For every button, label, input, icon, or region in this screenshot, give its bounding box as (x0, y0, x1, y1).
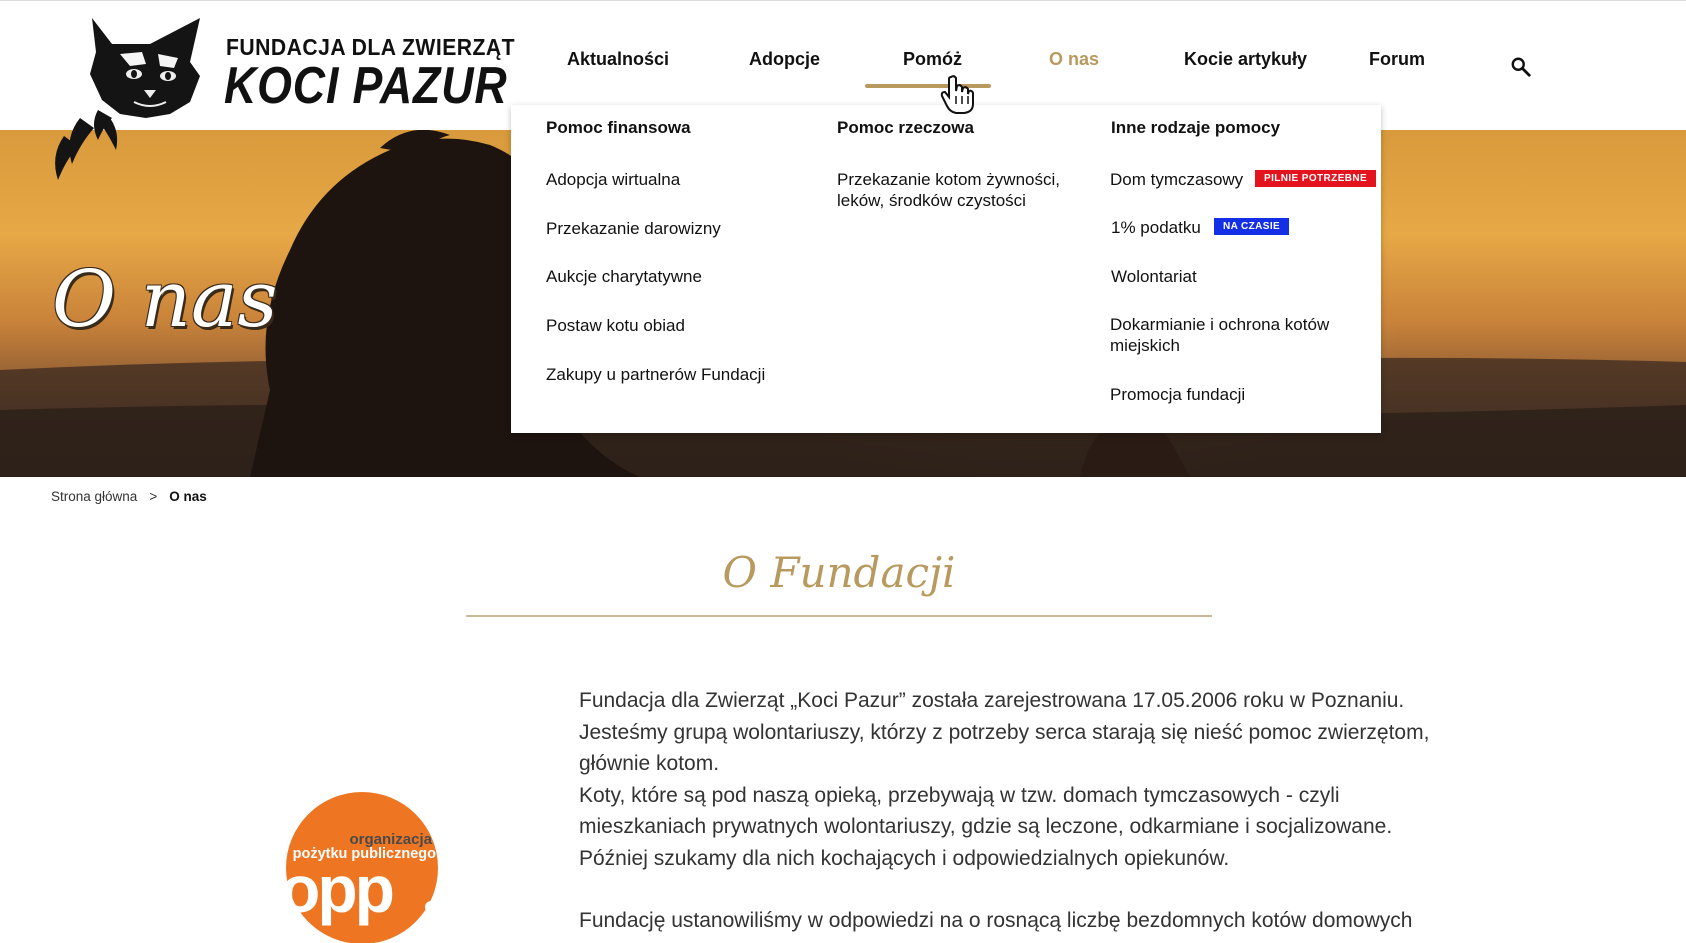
body-line: Fundacja dla Zwierząt „Koci Pazur” zosta… (579, 689, 1405, 712)
body-line: Koty, które są pod naszą opieką, przebyw… (579, 783, 1340, 807)
body-line: głównie kotom. (579, 752, 720, 775)
dropdown-heading-finansowa: Pomoc finansowa (546, 118, 691, 137)
body-line: Później szukamy dla nich kochających i o… (579, 846, 1230, 870)
dropdown-link-wolontariat[interactable]: Wolontariat (1111, 266, 1197, 287)
body-line: Jesteśmy grupą wolontariuszy, którzy z p… (579, 720, 1430, 744)
dropdown-link-obiad[interactable]: Postaw kotu obiad (546, 315, 685, 336)
opp-logo: organizacja pożytku publicznego opp (286, 792, 438, 943)
dropdown-link-adopcja-wirtualna[interactable]: Adopcja wirtualna (546, 169, 680, 190)
badge-na-czasie: NA CZASIE (1214, 218, 1290, 235)
cat-logo-icon (55, 18, 200, 180)
dropdown-link-podatek[interactable]: 1% podatku (1111, 217, 1201, 238)
site-logo[interactable]: FUNDACJA DLA ZWIERZĄT KOCI PAZUR (50, 14, 515, 184)
breadcrumb-separator: > (149, 489, 158, 504)
dropdown-link-dom-tymczasowy[interactable]: Dom tymczasowy (1110, 169, 1243, 190)
logo-title: KOCI PAZUR (224, 57, 508, 115)
section-title: O Fundacji (722, 548, 956, 597)
breadcrumb: Strona główna > O nas (51, 489, 207, 504)
dropdown-heading-inne: Inne rodzaje pomocy (1111, 118, 1281, 137)
dropdown-heading-rzeczowa: Pomoc rzeczowa (837, 118, 974, 137)
hand-pointer-cursor-icon (940, 75, 974, 114)
body-line: mieszkaniach prywatnych wolontariuszy, g… (579, 815, 1393, 838)
body-line: Fundację ustanowiliśmy w odpowiedzi na o… (579, 909, 1413, 932)
nav-item-o-nas[interactable]: O nas (1049, 49, 1099, 70)
nav-item-pomoz[interactable]: Pomóż (903, 49, 962, 70)
section-divider (466, 615, 1212, 617)
dropdown-link-promocja[interactable]: Promocja fundacji (1110, 384, 1245, 405)
nav-item-kocie-artykuly[interactable]: Kocie artykuły (1184, 49, 1307, 70)
nav-item-forum[interactable]: Forum (1369, 49, 1425, 70)
dropdown-link-aukcje[interactable]: Aukcje charytatywne (546, 266, 702, 287)
opp-text-opp: opp (286, 852, 393, 926)
badge-pilnie-potrzebne: PILNIE POTRZEBNE (1255, 170, 1377, 187)
search-icon[interactable] (1510, 56, 1532, 78)
nav-item-adopcje[interactable]: Adopcje (749, 49, 820, 70)
breadcrumb-home-link[interactable]: Strona główna (51, 489, 137, 504)
pomoz-dropdown-menu: Pomoc finansowa Adopcja wirtualna Przeka… (511, 105, 1381, 433)
hero-title: O nas (52, 255, 278, 345)
breadcrumb-current: O nas (169, 489, 207, 504)
dropdown-link-dokarmianie[interactable]: Dokarmianie i ochrona kotów miejskich (1110, 314, 1350, 356)
nav-item-aktualnosci[interactable]: Aktualności (567, 49, 669, 70)
dropdown-link-darowizna[interactable]: Przekazanie darowizny (546, 218, 721, 239)
dropdown-link-zywnosc[interactable]: Przekazanie kotom żywności, leków, środk… (837, 169, 1067, 211)
dropdown-link-partnerzy[interactable]: Zakupy u partnerów Fundacji (546, 364, 765, 385)
about-body-text: Fundacja dla Zwierząt „Koci Pazur” zosta… (579, 685, 1519, 937)
